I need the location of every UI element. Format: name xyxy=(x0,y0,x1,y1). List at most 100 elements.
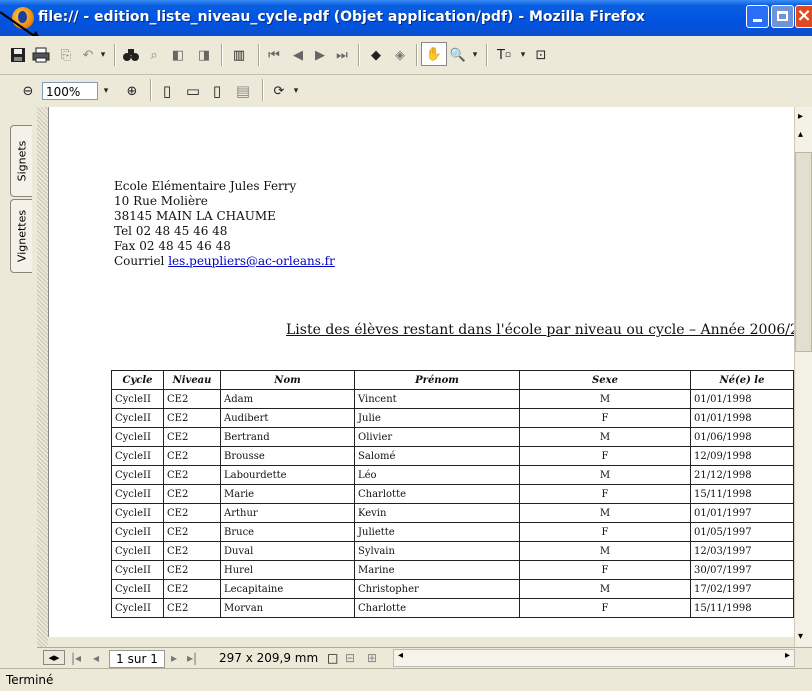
scroll-horizontal-icon[interactable]: ◂▸ xyxy=(43,650,65,665)
cell-niveau: CE2 xyxy=(163,503,221,523)
cell-niveau: CE2 xyxy=(163,522,221,542)
facing-pages-icon[interactable]: ⊞ xyxy=(367,651,377,665)
page-number-field[interactable]: 1 sur 1 xyxy=(109,650,165,668)
cell-niveau: CE2 xyxy=(163,541,221,561)
tab-signets-label: Signets xyxy=(15,140,29,182)
cell-nee-le: 17/02/1997 xyxy=(690,579,794,599)
header-nee-le: Né(e) le xyxy=(690,370,794,390)
cell-nom: Adam xyxy=(220,389,355,409)
table-row: CycleII CE2 Brousse Salomé F 12/09/1998 xyxy=(111,446,794,466)
fit-page-icon[interactable]: ▭ xyxy=(182,80,204,102)
search-icon[interactable]: ⌕ xyxy=(144,44,164,66)
previous-page-nav-icon[interactable]: ◂ xyxy=(93,651,99,665)
single-page-icon[interactable]: □ xyxy=(327,651,338,665)
undo-icon[interactable]: ↶ xyxy=(78,44,98,66)
next-page-nav-icon[interactable]: ▸ xyxy=(171,651,177,665)
cell-cycle: CycleII xyxy=(111,541,164,561)
vertical-scrollbar[interactable]: ▸ ▴ ▾ xyxy=(794,107,812,647)
zoom-tool-dropdown-icon[interactable]: ▾ xyxy=(470,44,480,66)
header-nom: Nom xyxy=(220,370,355,390)
go-forward-icon[interactable]: ◈ xyxy=(390,44,410,66)
cell-sexe: F xyxy=(519,484,691,504)
first-page-nav-icon[interactable]: |◂ xyxy=(71,651,81,665)
table-row: CycleII CE2 Labourdette Léo M 21/12/1998 xyxy=(111,465,794,485)
window-title: file:// - edition_liste_niveau_cycle.pdf… xyxy=(38,9,645,25)
fit-width-icon[interactable]: ▯ xyxy=(206,80,228,102)
zoom-input[interactable]: 100% xyxy=(42,82,98,100)
hand-tool-icon[interactable]: ✋ xyxy=(421,42,447,66)
cell-niveau: CE2 xyxy=(163,579,221,599)
pdf-toolbar-main: ⎘ ↶ ▾ ⌕ ◧ ◨ ▥ ⏮ ◀ ▶ ⏭ ◆ ◈ ✋ 🔍 ▾ T▫ ▾ ⊡ A… xyxy=(0,36,812,108)
zoom-dropdown-icon[interactable]: ▾ xyxy=(100,80,112,102)
rotate-view-icon[interactable]: ⟳ xyxy=(268,80,290,102)
cell-nee-le: 12/09/1998 xyxy=(690,446,794,466)
actual-size-icon[interactable]: ▯ xyxy=(156,80,178,102)
cell-nee-le: 01/01/1998 xyxy=(690,408,794,428)
zoom-tool-icon[interactable]: 🔍 xyxy=(448,44,468,66)
find-icon[interactable] xyxy=(120,44,142,66)
horizontal-scrollbar[interactable]: ◂ ▸ xyxy=(393,649,795,667)
cell-prenom: Marine xyxy=(354,560,520,580)
cell-nom: Labourdette xyxy=(220,465,355,485)
email-label: Courriel xyxy=(114,254,165,268)
cell-cycle: CycleII xyxy=(111,408,164,428)
fit-visible-icon[interactable]: ▤ xyxy=(232,80,254,102)
cell-prenom: Léo xyxy=(354,465,520,485)
snapshot-icon[interactable]: ⊡ xyxy=(530,44,552,66)
address-line: 10 Rue Molière xyxy=(114,194,208,208)
rotate-dropdown-icon[interactable]: ▾ xyxy=(290,80,302,102)
scroll-thumb[interactable] xyxy=(795,152,812,352)
copy-icon[interactable]: ⎘ xyxy=(56,44,76,66)
previous-page-icon[interactable]: ◀ xyxy=(288,44,308,66)
tab-vignettes[interactable]: Vignettes xyxy=(10,199,32,273)
continuous-icon[interactable]: ⊟ xyxy=(345,651,355,665)
page-size-label: 297 x 209,9 mm xyxy=(219,651,319,665)
close-button[interactable]: × xyxy=(795,5,812,28)
navigation-pane-icon[interactable]: ▥ xyxy=(228,44,250,66)
cell-nee-le: 01/01/1997 xyxy=(690,503,794,523)
email-link[interactable]: les.peupliers@ac-orleans.fr xyxy=(168,254,335,268)
go-back-icon[interactable]: ◆ xyxy=(366,44,386,66)
cell-niveau: CE2 xyxy=(163,389,221,409)
tab-vignettes-label: Vignettes xyxy=(15,209,29,263)
scroll-down-icon[interactable]: ▾ xyxy=(798,631,803,642)
cell-niveau: CE2 xyxy=(163,427,221,447)
last-page-icon[interactable]: ⏭ xyxy=(332,44,352,66)
save-icon[interactable] xyxy=(8,44,28,66)
table-row: CycleII CE2 Duval Sylvain M 12/03/1997 xyxy=(111,541,794,561)
tab-signets[interactable]: Signets xyxy=(10,125,32,197)
email-line: Courriel les.peupliers@ac-orleans.fr xyxy=(114,254,335,269)
address-line: Ecole Elémentaire Jules Ferry xyxy=(114,179,297,193)
scroll-left-icon[interactable]: ◂ xyxy=(398,650,403,661)
document-title: Liste des élèves restant dans l'école pa… xyxy=(286,322,795,338)
scroll-menu-icon[interactable]: ▸ xyxy=(798,111,803,122)
first-page-icon[interactable]: ⏮ xyxy=(264,44,284,66)
pdf-viewport[interactable]: Ecole Elémentaire Jules Ferry 10 Rue Mol… xyxy=(48,107,795,637)
next-view-icon[interactable]: ◨ xyxy=(192,44,216,66)
undo-dropdown-icon[interactable]: ▾ xyxy=(98,44,108,66)
previous-view-icon[interactable]: ◧ xyxy=(166,44,190,66)
next-page-icon[interactable]: ▶ xyxy=(310,44,330,66)
zoom-in-icon[interactable]: ⊕ xyxy=(122,80,142,102)
cell-cycle: CycleII xyxy=(111,389,164,409)
zoom-out-icon[interactable]: ⊖ xyxy=(18,80,38,102)
status-bar: Terminé xyxy=(0,668,812,691)
minimize-button[interactable] xyxy=(746,5,769,28)
scroll-up-icon[interactable]: ▴ xyxy=(798,129,803,140)
cell-cycle: CycleII xyxy=(111,503,164,523)
cell-cycle: CycleII xyxy=(111,427,164,447)
panel-splitter[interactable] xyxy=(37,107,48,647)
scroll-right-icon[interactable]: ▸ xyxy=(785,650,790,661)
table-row: CycleII CE2 Bertrand Olivier M 01/06/1998 xyxy=(111,427,794,447)
cell-sexe: F xyxy=(519,522,691,542)
text-select-icon[interactable]: T ▫ xyxy=(492,44,516,66)
maximize-button[interactable] xyxy=(771,5,794,28)
address-line: Tel 02 48 45 46 48 xyxy=(114,224,228,238)
text-select-dropdown-icon[interactable]: ▾ xyxy=(518,44,528,66)
print-icon[interactable] xyxy=(30,44,52,66)
cell-sexe: F xyxy=(519,446,691,466)
status-text: Terminé xyxy=(6,673,54,687)
cell-nom: Audibert xyxy=(220,408,355,428)
cell-niveau: CE2 xyxy=(163,465,221,485)
last-page-nav-icon[interactable]: ▸| xyxy=(187,651,197,665)
